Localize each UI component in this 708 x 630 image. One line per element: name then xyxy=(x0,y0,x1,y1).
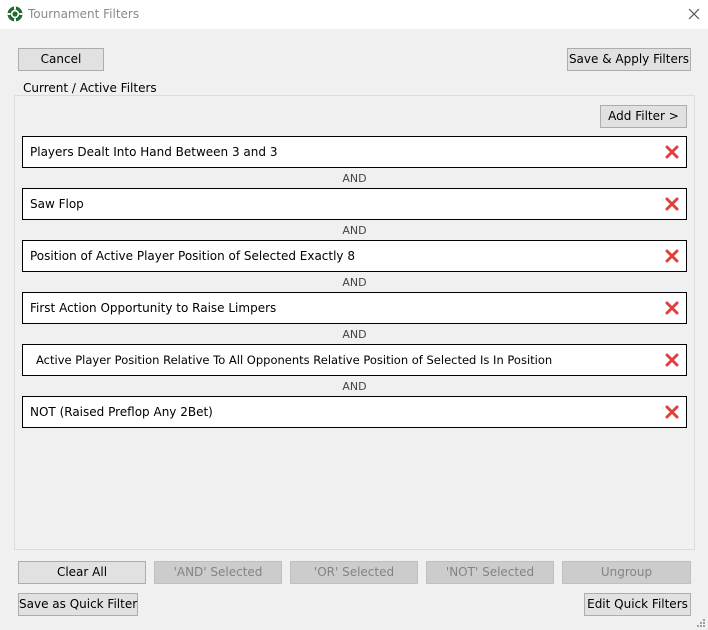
remove-filter-icon[interactable] xyxy=(664,248,680,264)
clear-all-button[interactable]: Clear All xyxy=(18,561,146,584)
filter-text: Saw Flop xyxy=(30,197,84,211)
remove-filter-icon[interactable] xyxy=(664,352,680,368)
remove-filter-icon[interactable] xyxy=(664,300,680,316)
filter-row[interactable]: NOT (Raised Preflop Any 2Bet) xyxy=(22,396,687,428)
filter-row[interactable]: Position of Active Player Position of Se… xyxy=(22,240,687,272)
resize-grip-icon[interactable] xyxy=(696,618,706,628)
edit-quick-filters-button[interactable]: Edit Quick Filters xyxy=(584,593,691,616)
and-connector: AND xyxy=(342,328,367,341)
filter-row[interactable]: First Action Opportunity to Raise Limper… xyxy=(22,292,687,324)
filter-text: NOT (Raised Preflop Any 2Bet) xyxy=(30,405,213,419)
filter-text: First Action Opportunity to Raise Limper… xyxy=(30,301,277,315)
title-bar: Tournament Filters xyxy=(0,0,708,29)
close-icon[interactable] xyxy=(686,6,702,22)
not-selected-button[interactable]: 'NOT' Selected xyxy=(426,561,554,584)
filter-row[interactable]: Saw Flop xyxy=(22,188,687,220)
or-selected-button[interactable]: 'OR' Selected xyxy=(290,561,418,584)
filter-row[interactable]: Players Dealt Into Hand Between 3 and 3 xyxy=(22,136,687,168)
save-quick-filter-button[interactable]: Save as Quick Filter xyxy=(18,593,138,616)
and-connector: AND xyxy=(342,224,367,237)
and-connector: AND xyxy=(342,380,367,393)
poker-chip-icon xyxy=(7,6,23,22)
and-selected-button[interactable]: 'AND' Selected xyxy=(154,561,282,584)
and-connector: AND xyxy=(342,172,367,185)
ungroup-button[interactable]: Ungroup xyxy=(562,561,691,584)
save-apply-filters-button[interactable]: Save & Apply Filters xyxy=(567,48,691,71)
window-title: Tournament Filters xyxy=(28,7,140,21)
filter-text: Players Dealt Into Hand Between 3 and 3 xyxy=(30,145,278,159)
filter-text: Active Player Position Relative To All O… xyxy=(36,353,553,367)
filter-row[interactable]: Active Player Position Relative To All O… xyxy=(22,344,687,376)
remove-filter-icon[interactable] xyxy=(664,196,680,212)
active-filters-group-label: Current / Active Filters xyxy=(20,81,160,95)
add-filter-button[interactable]: Add Filter > xyxy=(600,105,687,128)
remove-filter-icon[interactable] xyxy=(664,404,680,420)
filter-text: Position of Active Player Position of Se… xyxy=(30,249,355,263)
remove-filter-icon[interactable] xyxy=(664,144,680,160)
and-connector: AND xyxy=(342,276,367,289)
cancel-button[interactable]: Cancel xyxy=(18,48,104,71)
